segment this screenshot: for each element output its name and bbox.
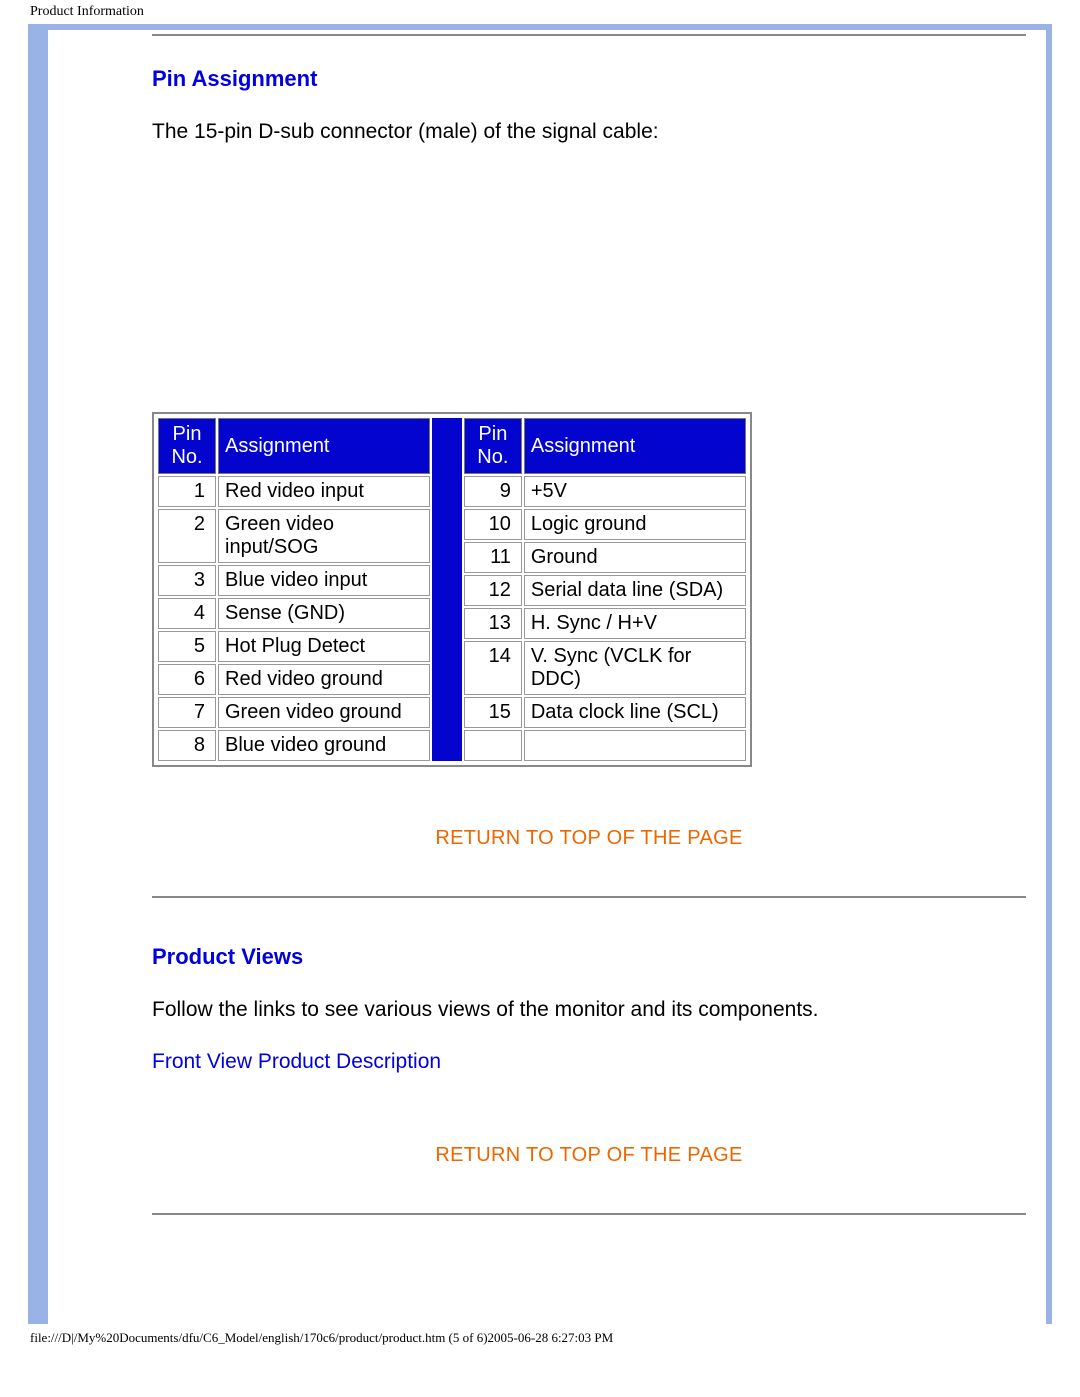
pin-assignment-cell: Red video input — [218, 476, 430, 507]
content-frame: Pin Assignment The 15-pin D-sub connecto… — [28, 24, 1052, 1324]
pin-number-cell: 11 — [464, 542, 522, 573]
pin-assignment-cell: Green video input/SOG — [218, 509, 430, 563]
pin-assignment-cell: Ground — [524, 542, 746, 573]
pin-assignment-cell: Serial data line (SDA) — [524, 575, 746, 606]
table-row: 4Sense (GND) — [158, 598, 430, 629]
pin-number-cell: 10 — [464, 509, 522, 540]
col-header-pin: Pin No. — [158, 418, 216, 474]
col-header-assignment: Assignment — [524, 418, 746, 474]
pin-tables: Pin No. Assignment 1Red video input2Gree… — [152, 412, 752, 767]
table-row — [464, 730, 746, 761]
pin-number-cell: 14 — [464, 641, 522, 695]
table-row: 14V. Sync (VCLK for DDC) — [464, 641, 746, 695]
table-row: 8Blue video ground — [158, 730, 430, 761]
divider — [152, 1213, 1026, 1215]
footer-path: file:///D|/My%20Documents/dfu/C6_Model/e… — [0, 1324, 1080, 1346]
connector-image-placeholder — [152, 172, 1026, 412]
pin-number-cell: 15 — [464, 697, 522, 728]
col-header-assignment: Assignment — [218, 418, 430, 474]
pin-table-gap — [432, 418, 462, 761]
table-row: 1Red video input — [158, 476, 430, 507]
pin-number-cell: 8 — [158, 730, 216, 761]
content-area: Pin Assignment The 15-pin D-sub connecto… — [152, 30, 1026, 1215]
table-row: 11Ground — [464, 542, 746, 573]
pin-number-cell: 1 — [158, 476, 216, 507]
pin-number-cell — [464, 730, 522, 761]
pin-number-cell: 9 — [464, 476, 522, 507]
pin-assignment-cell: Red video ground — [218, 664, 430, 695]
pin-number-cell: 7 — [158, 697, 216, 728]
pin-assignment-cell — [524, 730, 746, 761]
pin-assignment-intro: The 15-pin D-sub connector (male) of the… — [152, 120, 1026, 144]
page-header: Product Information — [0, 0, 1080, 24]
return-to-top-anchor[interactable]: RETURN TO TOP OF THE PAGE — [435, 1144, 742, 1166]
product-views-intro: Follow the links to see various views of… — [152, 998, 1026, 1022]
divider — [152, 34, 1026, 36]
pin-number-cell: 2 — [158, 509, 216, 563]
col-header-pin: Pin No. — [464, 418, 522, 474]
pin-assignment-cell: Green video ground — [218, 697, 430, 728]
table-row: 10Logic ground — [464, 509, 746, 540]
table-row: 7Green video ground — [158, 697, 430, 728]
table-row: 3Blue video input — [158, 565, 430, 596]
table-row: 15Data clock line (SCL) — [464, 697, 746, 728]
pin-number-cell: 3 — [158, 565, 216, 596]
divider — [152, 896, 1026, 898]
front-view-link[interactable]: Front View Product Description — [152, 1050, 1026, 1074]
pin-assignment-heading: Pin Assignment — [152, 66, 1026, 92]
pin-number-cell: 4 — [158, 598, 216, 629]
pin-assignment-cell: Logic ground — [524, 509, 746, 540]
pin-assignment-cell: +5V — [524, 476, 746, 507]
pin-assignment-cell: H. Sync / H+V — [524, 608, 746, 639]
table-row: 5Hot Plug Detect — [158, 631, 430, 662]
table-row: 6Red video ground — [158, 664, 430, 695]
pin-assignment-cell: Blue video ground — [218, 730, 430, 761]
return-to-top-link[interactable]: RETURN TO TOP OF THE PAGE — [152, 1144, 1026, 1167]
table-row: 12Serial data line (SDA) — [464, 575, 746, 606]
table-row: 9+5V — [464, 476, 746, 507]
pin-assignment-cell: V. Sync (VCLK for DDC) — [524, 641, 746, 695]
pin-table-left: Pin No. Assignment 1Red video input2Gree… — [156, 416, 432, 763]
pin-assignment-cell: Blue video input — [218, 565, 430, 596]
pin-assignment-cell: Data clock line (SCL) — [524, 697, 746, 728]
pin-assignment-cell: Hot Plug Detect — [218, 631, 430, 662]
pin-number-cell: 6 — [158, 664, 216, 695]
pin-assignment-cell: Sense (GND) — [218, 598, 430, 629]
pin-number-cell: 5 — [158, 631, 216, 662]
pin-table-right: Pin No. Assignment 9+5V10Logic ground11G… — [462, 416, 748, 763]
front-view-anchor[interactable]: Front View Product Description — [152, 1050, 441, 1073]
table-row: 13H. Sync / H+V — [464, 608, 746, 639]
pin-number-cell: 13 — [464, 608, 522, 639]
pin-number-cell: 12 — [464, 575, 522, 606]
table-row: 2Green video input/SOG — [158, 509, 430, 563]
return-to-top-anchor[interactable]: RETURN TO TOP OF THE PAGE — [435, 827, 742, 849]
return-to-top-link[interactable]: RETURN TO TOP OF THE PAGE — [152, 827, 1026, 850]
product-views-heading: Product Views — [152, 944, 1026, 970]
